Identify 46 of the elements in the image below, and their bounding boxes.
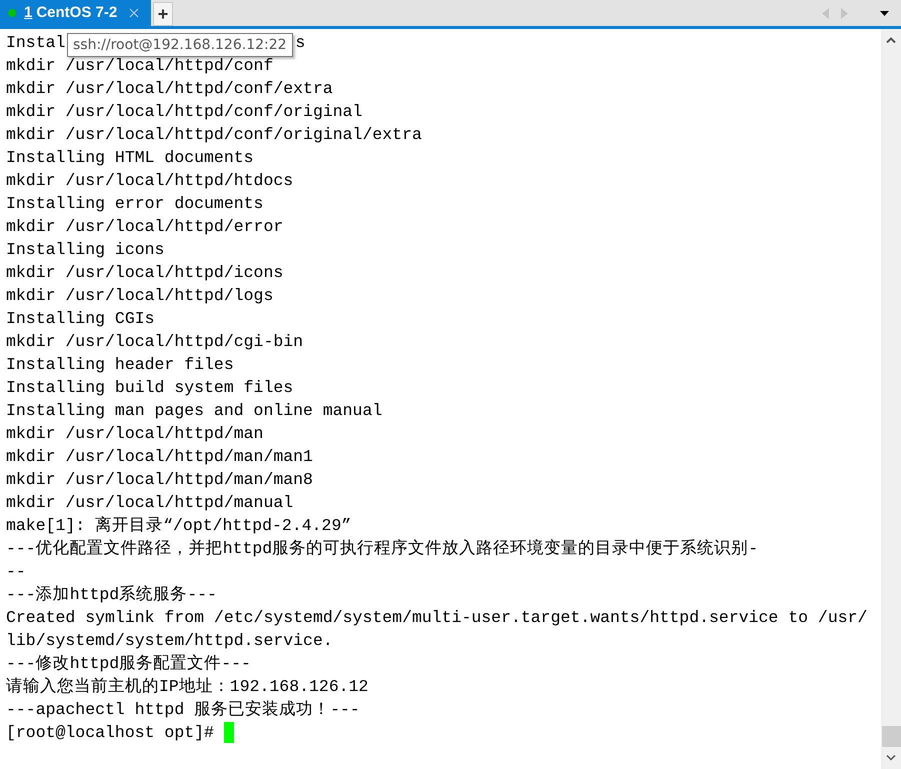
terminal-line: 请输入您当前主机的IP地址：192.168.126.12 [6,676,370,698]
shell-prompt: [root@localhost opt]# [6,722,214,744]
terminal-line: Installing header files [6,354,235,376]
terminal-line: mkdir /usr/local/httpd/htdocs [6,170,294,192]
tab-number: 1 [24,2,32,23]
terminal-line: s [295,32,306,54]
terminal-line: mkdir /usr/local/httpd/conf/original [6,101,364,123]
terminal-line: ---添加httpd系统服务--- [6,584,218,606]
tooltip: ssh://root@192.168.126.12:22 [67,33,293,57]
terminal-line: ---优化配置文件路径，并把httpd服务的可执行程序文件放入路径环境变量的目录中便于系统识别- [6,538,760,560]
terminal-line: mkdir /usr/local/httpd/logs [6,285,274,307]
terminal-line: -- [6,561,27,583]
terminal-line: mkdir /usr/local/httpd/man [6,423,264,445]
terminal-line: Installing man pages and online manual [6,400,384,422]
terminal-line: Installing error documents [6,193,264,215]
dropdown-icon[interactable] [880,10,889,16]
terminal-line: Installing build system files [6,377,294,399]
scroll-down-icon[interactable] [886,755,896,761]
terminal-line: make[1]: 离开目录“/opt/httpd-2.4.29” [6,515,352,537]
new-tab-button[interactable]: + [153,2,173,26]
terminal-line: mkdir /usr/local/httpd/man/man8 [6,469,314,491]
terminal-line: ---apachectl httpd 服务已安装成功！--- [6,699,361,721]
terminal-line: mkdir /usr/local/httpd/cgi-bin [6,331,304,353]
cursor [224,722,234,743]
terminal-line: ---修改httpd服务配置文件--- [6,653,252,675]
scrollbar[interactable] [881,29,901,769]
terminal-line: mkdir /usr/local/httpd/error [6,216,284,238]
scroll-right-icon[interactable] [841,8,848,18]
terminal-line: lib/systemd/system/httpd.service. [6,630,334,652]
terminal-line: mkdir /usr/local/httpd/conf [6,55,274,77]
terminal-line: Installing HTML documents [6,147,255,169]
terminal-line: mkdir /usr/local/httpd/manual [6,492,294,514]
scrollbar-thumb[interactable] [882,726,900,747]
terminal-line: mkdir /usr/local/httpd/man/man1 [6,446,314,468]
session-tab[interactable]: 1 CentOS 7-2 [0,0,151,26]
tab-title: CentOS 7-2 [36,2,118,23]
scroll-left-icon[interactable] [822,8,829,18]
terminal-line: mkdir /usr/local/httpd/icons [6,262,284,284]
terminal-line: Installing icons [6,239,166,261]
terminal-line: Created symlink from /etc/systemd/system/multi-user.target.wants/httpd.service to /usr/ [6,607,868,629]
terminal-line: Instal [6,32,66,54]
terminal-line: mkdir /usr/local/httpd/conf/original/extra [6,124,423,146]
terminal-line: Installing CGIs [6,308,156,330]
close-icon[interactable] [129,8,139,18]
terminal-line: mkdir /usr/local/httpd/conf/extra [6,78,334,100]
scroll-up-icon[interactable] [886,37,896,43]
